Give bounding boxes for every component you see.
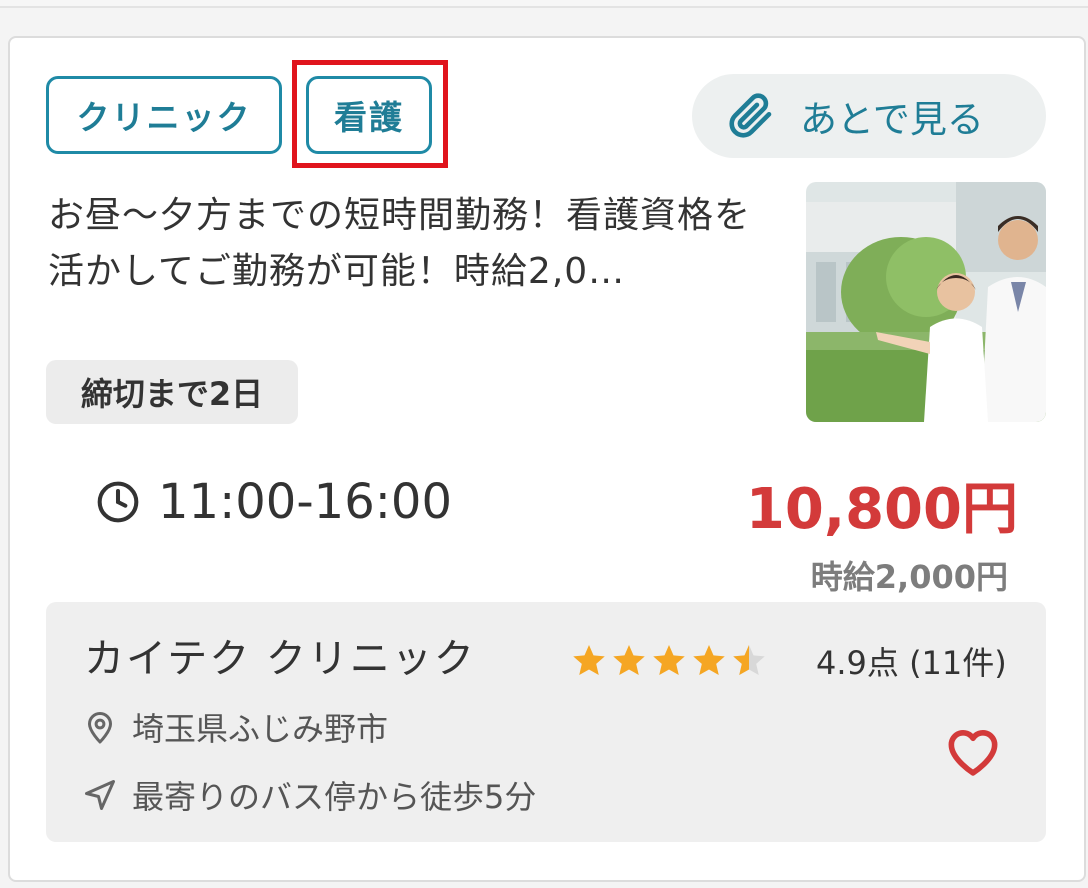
star-icon bbox=[650, 642, 688, 682]
rating-text: 4.9点 (11件) bbox=[816, 644, 1007, 682]
favorite-button[interactable] bbox=[942, 722, 1004, 782]
access-row: 最寄りのバス停から徒歩5分 bbox=[82, 772, 536, 818]
deadline-badge: 締切まで2日 bbox=[46, 360, 298, 424]
facility-name: カイテク クリニック bbox=[84, 636, 476, 682]
navigation-arrow-icon bbox=[85, 780, 115, 810]
facility-info[interactable]: カイテク クリニック 4.9点 (11件) 埼玉県ふじみ野市 最寄りのバス停から… bbox=[46, 602, 1046, 842]
location-text: 埼玉県ふじみ野市 bbox=[132, 710, 389, 748]
star-icon bbox=[610, 642, 648, 682]
work-time-text: 11:00-16:00 bbox=[158, 474, 452, 530]
star-icon bbox=[570, 642, 608, 682]
daily-price: 10,800円 bbox=[745, 477, 1018, 542]
paperclip-icon bbox=[729, 93, 772, 138]
top-divider bbox=[0, 0, 1088, 8]
highlight-frame bbox=[292, 60, 448, 168]
watch-later-label: あとで見る bbox=[800, 98, 984, 141]
job-thumbnail bbox=[806, 182, 1046, 422]
hourly-wage: 時給2,000円 bbox=[810, 558, 1008, 596]
job-title[interactable]: お昼〜夕方までの短時間勤務！看護資格を活かしてご勤務が可能！時給2,0… bbox=[48, 188, 776, 300]
half-star-icon bbox=[730, 642, 768, 682]
tag-clinic[interactable]: クリニック bbox=[46, 76, 282, 154]
rating-stars bbox=[570, 642, 770, 682]
work-time: 11:00-16:00 bbox=[96, 470, 452, 534]
map-pin-icon bbox=[88, 712, 112, 744]
clock-icon bbox=[97, 481, 139, 523]
access-text: 最寄りのバス停から徒歩5分 bbox=[132, 778, 537, 816]
heart-icon bbox=[948, 730, 998, 776]
job-card[interactable]: クリニック 看護 あとで見る お昼〜夕方までの短時間勤務！看護資格を活かしてご勤… bbox=[8, 36, 1086, 882]
location-row: 埼玉県ふじみ野市 bbox=[82, 704, 388, 750]
star-icon bbox=[690, 642, 728, 682]
watch-later-button[interactable]: あとで見る bbox=[692, 74, 1046, 158]
